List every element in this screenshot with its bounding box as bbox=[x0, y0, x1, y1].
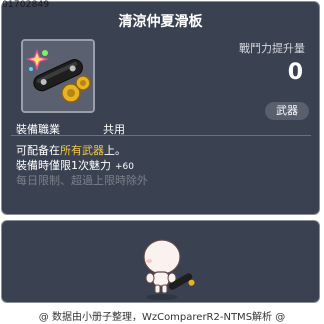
combat-power-value: 0 bbox=[287, 60, 303, 85]
category-badge: 武器 bbox=[265, 102, 309, 120]
charm-bonus: +60 bbox=[115, 162, 134, 172]
tooltip-panel: 清涼仲夏滑板 戰鬥力提升量 0 武器 裝備職業 共用 可配备在所有武器上。 裝備… bbox=[1, 1, 320, 215]
skateboard-icon bbox=[23, 41, 93, 111]
footer-credit: @ 数据由小册子整理，WzComparerR2-NTMS解析 @ bbox=[38, 312, 286, 323]
description-line-1-prefix: 可配备在 bbox=[16, 144, 60, 157]
item-tooltip-stage: 清涼仲夏滑板 戰鬥力提升量 0 武器 裝備職業 共用 可配备在所有武器上。 裝備… bbox=[0, 0, 324, 324]
character-preview-panel bbox=[1, 220, 320, 303]
description-line-2-text: 裝備時僅限1次魅力 bbox=[16, 159, 111, 172]
description-line-1: 可配备在所有武器上。 bbox=[16, 142, 126, 158]
character-preview-icon bbox=[143, 239, 195, 300]
combat-power-label: 戰鬥力提升量 bbox=[239, 42, 305, 55]
description-line-2: 裝備時僅限1次魅力 +60 bbox=[16, 157, 134, 173]
item-icon-frame bbox=[21, 39, 95, 113]
item-id: 01702849 bbox=[2, 0, 50, 10]
item-name: 清涼仲夏滑板 bbox=[118, 14, 203, 30]
description-highlight: 所有武器 bbox=[60, 144, 104, 157]
description-line-1-suffix: 上。 bbox=[104, 144, 126, 157]
divider bbox=[11, 135, 311, 136]
description-line-3: 每日限制、超過上限時除外 bbox=[16, 174, 148, 187]
